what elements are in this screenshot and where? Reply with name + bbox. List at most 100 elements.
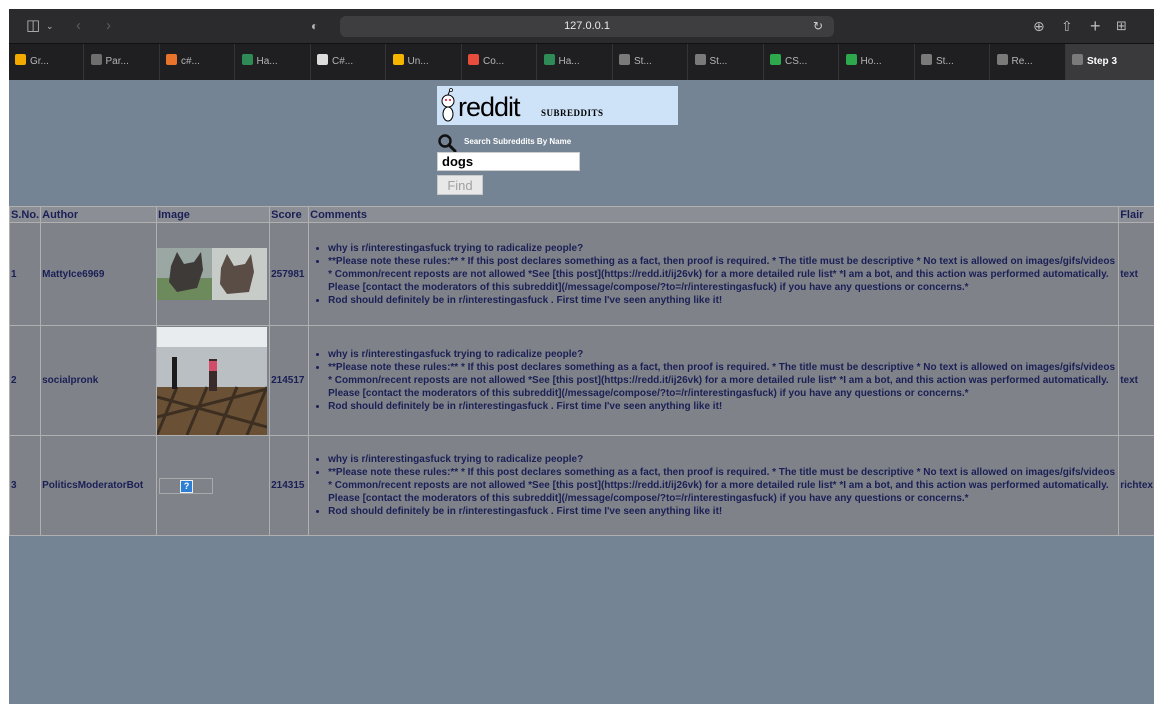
dog-photo-thumbnail <box>157 248 268 300</box>
column-header-flair: Flair <box>1118 206 1154 223</box>
comment-item: Rod should definitely be in r/interestin… <box>328 505 1117 518</box>
tab-favicon-icon <box>770 54 781 65</box>
browser-tab[interactable]: Par... <box>85 44 160 80</box>
tab-favicon-icon <box>468 54 479 65</box>
browser-tab[interactable]: c#... <box>160 44 235 80</box>
tab-favicon-icon <box>166 54 177 65</box>
table-body: 1MattyIce6969 257981 why is r/interestinga… <box>9 222 1154 536</box>
comment-list: why is r/interestingasfuck trying to rad… <box>310 348 1117 413</box>
browser-tab[interactable]: CS... <box>764 44 839 80</box>
cell-score: 214517 <box>269 325 310 436</box>
column-header-comments: Comments <box>308 206 1120 223</box>
comment-item: why is r/interestingasfuck trying to rad… <box>328 242 1117 255</box>
browser-tab[interactable]: Ha... <box>538 44 613 80</box>
tab-favicon-icon <box>543 54 555 65</box>
comment-item: **Please note these rules:** * If this p… <box>328 361 1117 400</box>
cell-flair: text <box>1118 222 1154 326</box>
tab-favicon-icon <box>619 54 630 65</box>
browser-tab[interactable]: Ho... <box>840 44 915 80</box>
tab-favicon-icon <box>1072 54 1083 65</box>
browser-tab[interactable]: St... <box>915 44 990 80</box>
browser-window: ◫ ⌄ ‹ › ◐ 127.0.0.1 ↻ ⊕ ⇧ + ⊞ Gr... Par..… <box>9 9 1154 704</box>
sidebar-toggle-icon[interactable]: ◫ <box>26 17 40 35</box>
tab-label: Co... <box>483 56 505 67</box>
dog-show-photo-thumbnail <box>157 326 268 435</box>
cell-score: 257981 <box>269 222 310 326</box>
tab-favicon-icon <box>921 54 932 65</box>
comment-item: Rod should definitely be in r/interestin… <box>328 294 1117 307</box>
column-header-sno: S.No. <box>9 206 42 223</box>
new-tab-icon[interactable]: + <box>1090 17 1101 35</box>
url-text: 127.0.0.1 <box>564 20 610 32</box>
search-icon <box>438 134 457 153</box>
find-button[interactable]: Find <box>437 175 483 195</box>
tab-label: Par... <box>105 56 129 67</box>
address-bar[interactable]: 127.0.0.1 ↻ <box>340 16 834 37</box>
cell-image <box>156 222 271 326</box>
back-icon[interactable]: ‹ <box>76 17 81 35</box>
logo-text: reddit <box>458 92 521 122</box>
tab-label: CS... <box>785 56 808 67</box>
cell-score: 214315 <box>269 435 310 536</box>
tab-favicon-icon <box>15 54 26 65</box>
browser-tab[interactable]: St... <box>613 44 688 80</box>
results-table: S.No. Author Image Score Comments Flair … <box>9 206 1154 536</box>
comment-item: why is r/interestingasfuck trying to rad… <box>328 453 1117 466</box>
browser-tab[interactable]: Re... <box>991 44 1066 80</box>
browser-tab[interactable]: C#... <box>311 44 386 80</box>
cell-author: PoliticsModeratorBot <box>40 435 158 536</box>
chevron-down-icon[interactable]: ⌄ <box>46 17 54 35</box>
table-row: 2socialpronk 214517 why is r/interestingas… <box>9 325 1154 436</box>
browser-tab[interactable]: Ha... <box>236 44 311 80</box>
search-input[interactable] <box>437 152 580 171</box>
cell-sno: 1 <box>9 222 42 326</box>
tab-label: Step 3 <box>1087 56 1118 67</box>
comment-list: why is r/interestingasfuck trying to rad… <box>310 453 1117 518</box>
column-header-author: Author <box>40 206 158 223</box>
browser-tab[interactable]: St... <box>689 44 764 80</box>
cell-comments: why is r/interestingasfuck trying to rad… <box>308 435 1120 536</box>
tab-favicon-icon <box>317 54 328 65</box>
tab-label: Ho... <box>860 56 882 67</box>
tab-label: St... <box>634 56 652 67</box>
browser-tab[interactable]: Co... <box>462 44 537 80</box>
cell-author: socialpronk <box>40 325 158 436</box>
cell-image: ? <box>156 435 271 536</box>
cell-comments: why is r/interestingasfuck trying to rad… <box>308 222 1120 326</box>
share-icon[interactable]: ⇧ <box>1061 17 1073 35</box>
tab-label: St... <box>936 56 954 67</box>
tab-label: Ha... <box>256 56 278 67</box>
forward-icon[interactable]: › <box>106 17 111 35</box>
tab-label: c#... <box>181 56 200 67</box>
page-content: reddit SUBREDDITS Search Subreddits By N… <box>9 80 1154 704</box>
tab-label: Gr... <box>30 56 49 67</box>
table-row: 1MattyIce6969 257981 why is r/interestinga… <box>9 222 1154 326</box>
cell-sno: 3 <box>9 435 42 536</box>
tab-overview-icon[interactable]: ⊞ <box>1116 17 1127 35</box>
browser-tab[interactable]: Step 3 <box>1066 44 1154 80</box>
column-header-score: Score <box>269 206 310 223</box>
comment-item: **Please note these rules:** * If this p… <box>328 466 1117 505</box>
tab-favicon-icon <box>392 54 404 65</box>
tab-label: C#... <box>332 56 354 67</box>
logo-subtitle: SUBREDDITS <box>541 108 604 118</box>
shield-icon[interactable]: ◐ <box>311 17 318 35</box>
browser-tab[interactable]: Un... <box>387 44 462 80</box>
table-row: 3PoliticsModeratorBot? 214315 why is r/int… <box>9 435 1154 536</box>
comment-item: Rod should definitely be in r/interestin… <box>328 400 1117 413</box>
reddit-logo: reddit SUBREDDITS <box>437 86 678 125</box>
reload-icon[interactable]: ↻ <box>813 16 823 37</box>
cell-flair: text <box>1118 325 1154 436</box>
tab-label: Re... <box>1011 56 1033 67</box>
reddit-alien-icon <box>441 88 455 122</box>
comment-item: why is r/interestingasfuck trying to rad… <box>328 348 1117 361</box>
browser-tab[interactable]: Gr... <box>9 44 84 80</box>
download-icon[interactable]: ⊕ <box>1033 17 1045 35</box>
tab-favicon-icon <box>241 54 253 65</box>
table-header-row: S.No. Author Image Score Comments Flair <box>9 206 1154 223</box>
tab-label: St... <box>709 56 728 67</box>
tab-label: Ha... <box>558 56 580 67</box>
search-label: Search Subreddits By Name <box>464 137 572 146</box>
cell-image <box>156 325 271 436</box>
tab-strip: Gr... Par... c#... Ha... C#... Un... Co... Ha..… <box>9 43 1154 80</box>
